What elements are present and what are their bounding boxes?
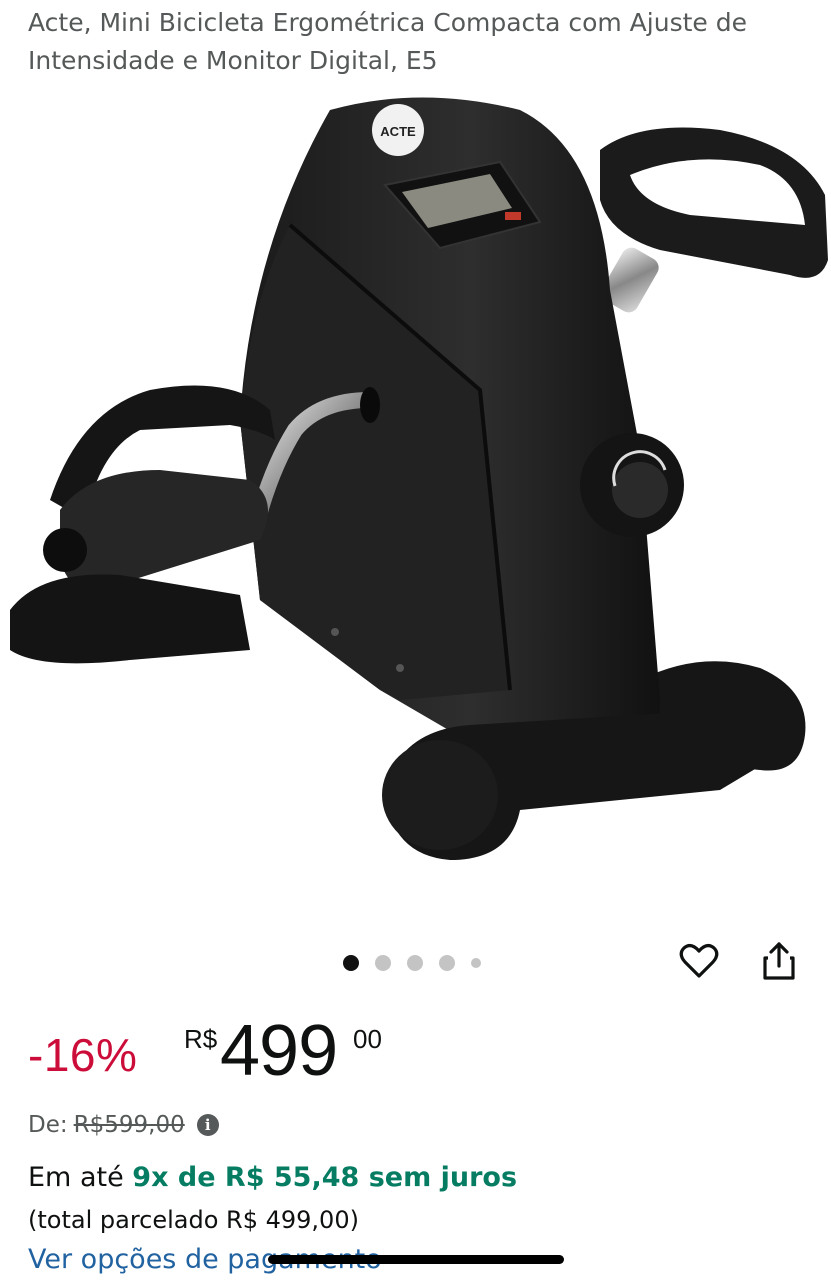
installment-total: (total parcelado R$ 499,00): [28, 1206, 359, 1234]
home-indicator: [268, 1255, 564, 1264]
carousel-dot[interactable]: [375, 955, 391, 971]
share-button[interactable]: [756, 938, 802, 984]
carousel-dot[interactable]: [439, 955, 455, 971]
price-fraction: 00: [353, 1024, 382, 1054]
product-image[interactable]: ACTE: [0, 95, 831, 885]
wishlist-button[interactable]: [676, 938, 722, 984]
list-price-label: De:: [28, 1112, 68, 1138]
installment-highlight: 9x de R$ 55,48 sem juros: [132, 1162, 518, 1193]
list-price-row: De: R$599,00 i: [28, 1108, 219, 1142]
carousel-indicator: [343, 953, 481, 973]
discount-badge: -16%: [28, 1029, 138, 1081]
installment-prefix: Em até: [28, 1162, 124, 1193]
info-icon[interactable]: i: [196, 1114, 219, 1136]
installment-offer: Em até 9x de R$ 55,48 sem juros: [28, 1162, 517, 1193]
share-icon: [763, 942, 795, 980]
price-currency: R$: [184, 1024, 218, 1054]
product-title: Acte, Mini Bicicleta Ergométrica Compact…: [28, 8, 747, 75]
heart-icon: [679, 944, 719, 978]
carousel-dot[interactable]: [471, 958, 481, 968]
price-whole: 499: [220, 1011, 338, 1091]
list-price-value: R$599,00: [73, 1112, 185, 1138]
carousel-dot[interactable]: [407, 955, 423, 971]
carousel-dot-active[interactable]: [343, 955, 359, 971]
brand-logo-text: ACTE: [380, 124, 416, 139]
